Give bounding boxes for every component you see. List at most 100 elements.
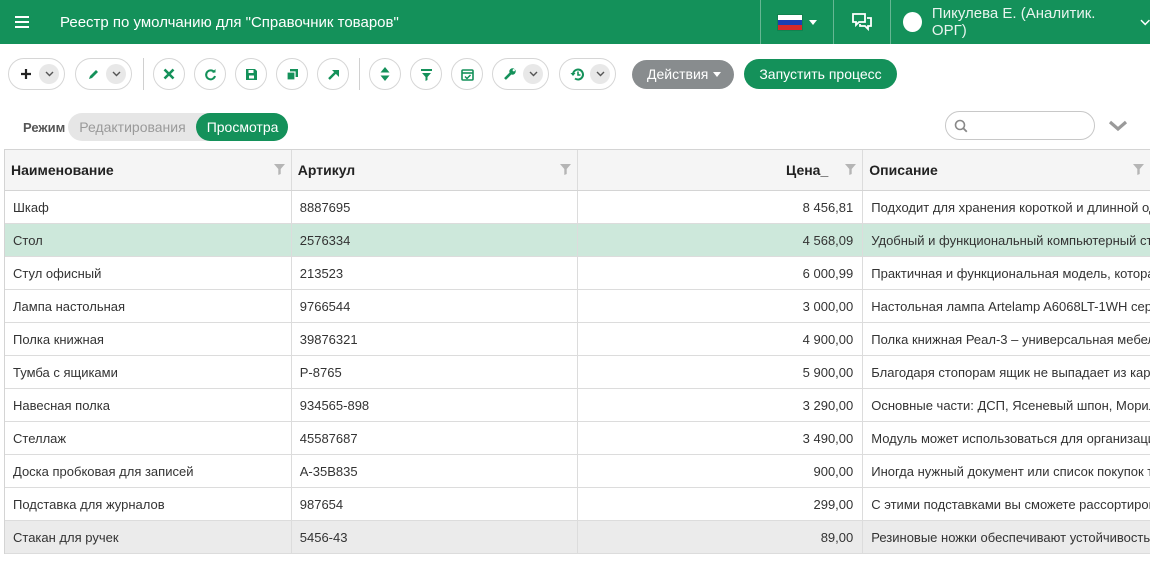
- chat-icon[interactable]: [834, 0, 890, 44]
- cell-price[interactable]: 6 000,99: [578, 257, 864, 289]
- table-row[interactable]: Полка книжная 39876321 4 900,00 Полка книжн…: [5, 323, 1150, 356]
- cell-price[interactable]: 4 568,09: [578, 224, 864, 256]
- chevron-down-icon: [1139, 19, 1150, 25]
- cell-price[interactable]: 3 490,00: [578, 422, 864, 454]
- cell-price[interactable]: 3 290,00: [578, 389, 864, 421]
- cell-description[interactable]: Удобный и функциональный компьютерный ст…: [863, 224, 1150, 256]
- table-row[interactable]: Стеллаж 45587687 3 490,00 Модуль может испо…: [5, 422, 1150, 455]
- mode-option-view[interactable]: Просмотра: [195, 113, 289, 141]
- table-row[interactable]: Шкаф 8887695 8 456,81 Подходит для хранения…: [5, 191, 1150, 224]
- filter-button[interactable]: [410, 58, 442, 90]
- copy-button[interactable]: [276, 58, 308, 90]
- toolbar: Действия Запустить процесс: [8, 58, 897, 90]
- add-button[interactable]: [8, 58, 65, 90]
- language-selector[interactable]: [761, 0, 833, 44]
- chevron-down-icon[interactable]: [590, 64, 610, 84]
- cell-price[interactable]: 5 900,00: [578, 356, 864, 388]
- cell-description[interactable]: Модуль может использоваться для организа…: [863, 422, 1150, 454]
- cell-article[interactable]: 934565-898: [292, 389, 578, 421]
- cell-name[interactable]: Навесная полка: [5, 389, 292, 421]
- table-row[interactable]: Навесная полка 934565-898 3 290,00 Основные…: [5, 389, 1150, 422]
- cell-price[interactable]: 8 456,81: [578, 191, 864, 223]
- column-title: Цена_: [786, 162, 829, 178]
- pencil-icon: [84, 65, 102, 83]
- cell-price[interactable]: 900,00: [578, 455, 864, 487]
- cell-article[interactable]: А-35В835: [292, 455, 578, 487]
- table-row[interactable]: Стул офисный 213523 6 000,99 Практичная и ф…: [5, 257, 1150, 290]
- cell-price[interactable]: 89,00: [578, 521, 864, 553]
- cell-name[interactable]: Стул офисный: [5, 257, 292, 289]
- run-process-button[interactable]: Запустить процесс: [744, 59, 897, 89]
- cell-name[interactable]: Доска пробковая для записей: [5, 455, 292, 487]
- column-header-name[interactable]: Наименование: [5, 150, 292, 190]
- cell-article[interactable]: 39876321: [292, 323, 578, 355]
- chevron-down-icon[interactable]: [523, 64, 543, 84]
- filter-icon[interactable]: [273, 164, 285, 175]
- save-button[interactable]: [235, 58, 267, 90]
- cell-name[interactable]: Полка книжная: [5, 323, 292, 355]
- sort-button[interactable]: [369, 58, 401, 90]
- cell-article[interactable]: 987654: [292, 488, 578, 520]
- search-input[interactable]: [972, 118, 1082, 133]
- table-row[interactable]: Стакан для ручек 5456-43 89,00 Резиновые но…: [5, 521, 1150, 554]
- cell-article[interactable]: 8887695: [292, 191, 578, 223]
- cell-name[interactable]: Шкаф: [5, 191, 292, 223]
- edit-button[interactable]: [75, 58, 132, 90]
- refresh-button[interactable]: [194, 58, 226, 90]
- filter-icon[interactable]: [845, 164, 857, 175]
- table-row[interactable]: Стол 2576334 4 568,09 Удобный и функциональ…: [5, 224, 1150, 257]
- column-title: Наименование: [11, 162, 114, 178]
- cell-price[interactable]: 4 900,00: [578, 323, 864, 355]
- collapse-chevron-icon[interactable]: [1108, 120, 1128, 132]
- cell-description[interactable]: Подходит для хранения короткой и длинной…: [863, 191, 1150, 223]
- history-button[interactable]: [559, 58, 616, 90]
- cell-description[interactable]: Полка книжная Реал-3 – универсальная меб…: [863, 323, 1150, 355]
- cell-description[interactable]: Основные части: ДСП, Ясеневый шпон, Мори…: [863, 389, 1150, 421]
- filter-icon[interactable]: [1133, 164, 1145, 175]
- cell-article[interactable]: 5456-43: [292, 521, 578, 553]
- chevron-down-icon[interactable]: [106, 64, 126, 84]
- cell-name[interactable]: Стол: [5, 224, 292, 256]
- cell-name[interactable]: Лампа настольная: [5, 290, 292, 322]
- cell-description[interactable]: Благодаря стопорам ящик не выпадает из к…: [863, 356, 1150, 388]
- cell-name[interactable]: Стакан для ручек: [5, 521, 292, 553]
- table-row[interactable]: Подставка для журналов 987654 299,00 С этим…: [5, 488, 1150, 521]
- table-row[interactable]: Лампа настольная 9766544 3 000,00 Настольна…: [5, 290, 1150, 323]
- cell-description[interactable]: Иногда нужный документ или список покупо…: [863, 455, 1150, 487]
- cell-price[interactable]: 3 000,00: [578, 290, 864, 322]
- cell-article[interactable]: 9766544: [292, 290, 578, 322]
- copy-icon: [285, 68, 298, 81]
- cell-article[interactable]: 2576334: [292, 224, 578, 256]
- hamburger-menu-icon[interactable]: [0, 0, 44, 44]
- cell-description[interactable]: Настольная лампа Artelamp A6068LT-1WH се…: [863, 290, 1150, 322]
- cell-article[interactable]: 45587687: [292, 422, 578, 454]
- cell-article[interactable]: 213523: [292, 257, 578, 289]
- wrench-icon: [501, 65, 519, 83]
- user-menu[interactable]: Пикулева Е. (Аналитик. ОРГ): [891, 0, 1150, 44]
- cell-description[interactable]: С этими подставками вы сможете рассортир…: [863, 488, 1150, 520]
- table-row[interactable]: Доска пробковая для записей А-35В835 900,0…: [5, 455, 1150, 488]
- cell-description[interactable]: Практичная и функциональная модель, кото…: [863, 257, 1150, 289]
- column-header-price[interactable]: Цена_: [578, 150, 864, 190]
- cell-name[interactable]: Стеллаж: [5, 422, 292, 454]
- mode-toggle[interactable]: Редактирования Просмотра: [68, 113, 289, 141]
- column-header-description[interactable]: Описание: [863, 150, 1150, 190]
- table-body: Шкаф 8887695 8 456,81 Подходит для хранения…: [5, 191, 1150, 554]
- calendar-button[interactable]: [451, 58, 483, 90]
- mode-option-edit[interactable]: Редактирования: [68, 113, 195, 141]
- actions-button[interactable]: Действия: [632, 59, 735, 89]
- cell-price[interactable]: 299,00: [578, 488, 864, 520]
- cell-description[interactable]: Резиновые ножки обеспечивают устойчивост…: [863, 521, 1150, 553]
- chevron-down-icon[interactable]: [39, 64, 59, 84]
- open-button[interactable]: [317, 58, 349, 90]
- caret-down-icon: [713, 71, 722, 77]
- cell-article[interactable]: Р-8765: [292, 356, 578, 388]
- actions-label: Действия: [647, 66, 709, 82]
- settings-button[interactable]: [492, 58, 549, 90]
- column-header-article[interactable]: Артикул: [292, 150, 578, 190]
- cell-name[interactable]: Тумба с ящиками: [5, 356, 292, 388]
- cell-name[interactable]: Подставка для журналов: [5, 488, 292, 520]
- delete-button[interactable]: [153, 58, 185, 90]
- table-row[interactable]: Тумба с ящиками Р-8765 5 900,00 Благодаря с…: [5, 356, 1150, 389]
- filter-icon[interactable]: [559, 164, 571, 175]
